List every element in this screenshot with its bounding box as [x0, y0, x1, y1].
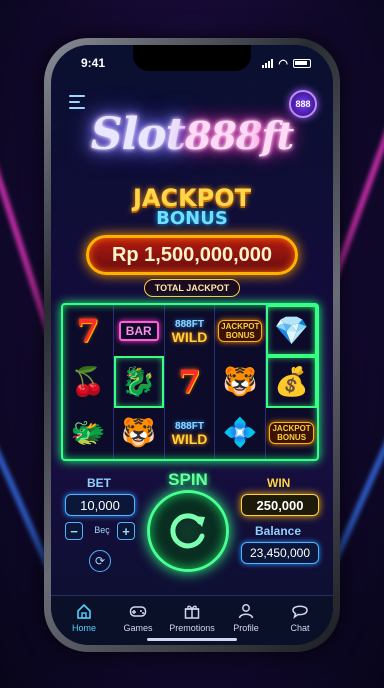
tiger-icon: 🐯	[121, 417, 157, 449]
gold-ingot-icon: 💰	[274, 365, 310, 397]
reel-cell: JACKPOT BONUS	[215, 305, 267, 357]
symbol-top-text: JACKPOT	[221, 321, 260, 331]
reel-cell: 💰	[266, 356, 317, 407]
bet-label: BET	[87, 476, 111, 490]
jackpot-subtitle: BONUS	[156, 208, 228, 229]
dragon-icon: 🐲	[70, 417, 106, 449]
tab-label: Home	[71, 623, 96, 633]
reel-cell: BAR	[114, 305, 165, 357]
user-icon	[238, 604, 254, 619]
reel-cell: 🐉	[114, 356, 165, 408]
reel-cell: 🐯	[114, 407, 165, 459]
gift-icon	[184, 605, 200, 619]
battery-icon	[293, 58, 311, 68]
symbol-bottom-text: BONUS	[277, 433, 307, 443]
jackpot-bonus-symbol: JACKPOT BONUS	[218, 319, 263, 342]
jackpot-label: TOTAL JACKPOT	[144, 279, 240, 297]
tab-home[interactable]: Home	[58, 602, 110, 633]
tab-label: Premotions	[169, 623, 215, 633]
logo-number: 888	[184, 113, 262, 158]
jackpot-amount: Rp 1,500,000,000	[86, 235, 298, 275]
tab-games[interactable]: Games	[112, 602, 164, 633]
seven-symbol: 7	[178, 362, 201, 401]
reel-cell: 🐯	[215, 356, 267, 408]
bet-value-field[interactable]: 10,000	[65, 494, 135, 516]
controls-panel: BET 10,000 − Beç + ⟳ SPIN WIN 250,000 Ba…	[51, 470, 333, 590]
reel-cell: 💎	[266, 305, 317, 356]
symbol-top-text: JACKPOT	[272, 424, 311, 434]
menu-icon[interactable]	[69, 95, 85, 109]
cherries-icon: 🍒	[70, 365, 106, 397]
tab-chat[interactable]: Chat	[274, 602, 326, 633]
win-value: 250,000	[241, 494, 319, 516]
balance-value: 23,450,000	[241, 542, 319, 564]
emerald-icon: 💎	[274, 314, 310, 346]
seven-symbol: 7	[76, 311, 100, 350]
home-icon	[77, 603, 91, 619]
diamond-icon: 💠	[222, 417, 258, 449]
spin-button[interactable]	[147, 490, 229, 572]
status-bar: 9:41 ◠	[51, 45, 333, 81]
reel-cell: 7	[165, 356, 216, 408]
bet-increase-button[interactable]: +	[117, 522, 135, 540]
jackpot-banner: JACKPOT BONUS Rp 1,500,000,000 TOTAL JAC…	[51, 184, 333, 297]
gamepad-icon	[129, 606, 147, 617]
status-time: 9:41	[81, 56, 106, 70]
tab-premotions[interactable]: Premotions	[166, 602, 218, 633]
app-logo: Slot888ft	[51, 109, 333, 160]
reel-cell: 🍒	[63, 356, 114, 408]
balance-label: Balance	[255, 524, 302, 538]
bet-step-label: Beç	[94, 525, 110, 535]
reel-cell: 7	[63, 305, 114, 357]
bet-decrease-button[interactable]: −	[65, 522, 83, 540]
reel-cell: 888FT WILD	[165, 305, 216, 357]
wild-symbol: 888FT WILD	[172, 420, 208, 446]
tab-label: Chat	[290, 623, 310, 633]
autoplay-icon[interactable]: ⟳	[89, 550, 111, 572]
phone-frame: 9:41 ◠ 888 Slot888ft JACKPOT BONUS Rp 1,…	[44, 38, 340, 652]
spin-arrow-icon	[170, 513, 205, 549]
symbol-bottom-text: BONUS	[225, 330, 255, 340]
reel-cell: 🐲	[63, 407, 114, 459]
reel-cell: 💠	[215, 407, 267, 459]
signal-icon	[262, 58, 274, 68]
logo-word: Slot	[90, 109, 186, 160]
jackpot-title: JACKPOT	[132, 184, 252, 212]
jackpot-bonus-symbol: JACKPOT BONUS	[269, 422, 314, 445]
app-screen: 9:41 ◠ 888 Slot888ft JACKPOT BONUS Rp 1,…	[51, 45, 333, 645]
bar-symbol: BAR	[118, 320, 159, 341]
spin-label: SPIN	[168, 470, 208, 489]
tab-profile[interactable]: Profile	[220, 602, 272, 633]
chat-icon	[292, 605, 308, 619]
dragon-icon: 🐉	[121, 365, 157, 397]
tiger-icon: 🐯	[222, 365, 258, 397]
wifi-icon: ◠	[278, 57, 288, 70]
symbol-bottom-text: WILD	[171, 431, 208, 448]
reel-cell: JACKPOT BONUS	[266, 408, 317, 459]
tab-label: Profile	[233, 623, 259, 633]
reel-cell: 888FT WILD	[165, 407, 216, 459]
tab-label: Games	[123, 623, 153, 633]
symbol-bottom-text: WILD	[171, 328, 208, 345]
logo-tail: ft	[261, 113, 294, 158]
wild-symbol: 888FT WILD	[172, 318, 208, 344]
home-indicator	[147, 638, 237, 641]
slot-reels: 7 BAR 888FT WILD JACKPOT BONUS 💎 🍒 🐉 7 🐯 💰 🐲 🐯 888FT WI…	[61, 303, 319, 461]
win-label: WIN	[267, 476, 291, 490]
